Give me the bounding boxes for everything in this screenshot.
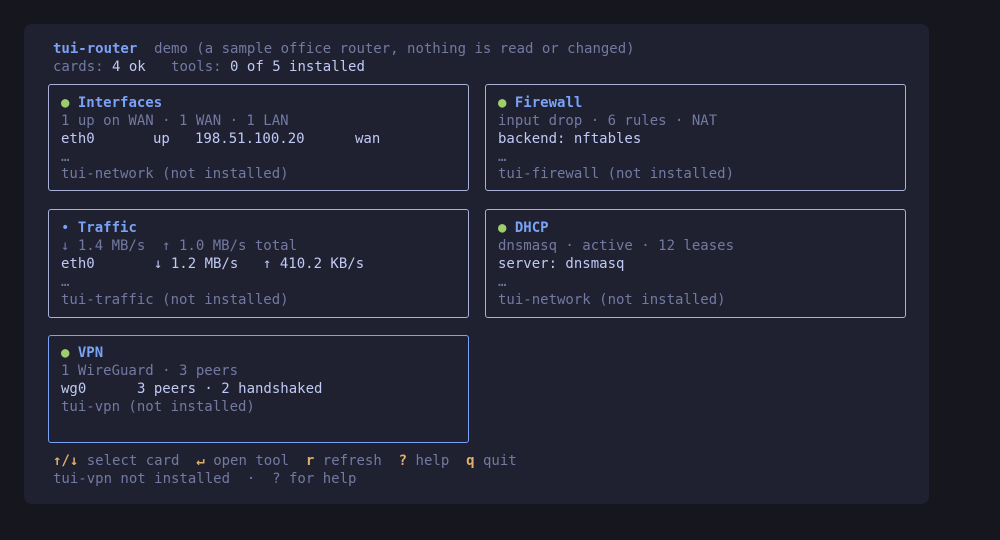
vpn-interface: wg0 [61,381,87,397]
card-summary: ↓ 1.4 MB/s ↑ 1.0 MB/s total [61,238,298,254]
header-status-line: cards: 4 ok tools: 0 of 5 installed [53,58,365,76]
card-summary: dnsmasq · active · 12 leases [498,238,735,254]
interface-row: eth0 up 198.51.100.20 wan [61,130,380,148]
key-refresh[interactable]: r [306,453,314,469]
traffic-interface: eth0 [61,256,95,272]
app-description: demo (a sample office router, nothing is… [154,41,635,57]
interface-name: eth0 [61,131,95,147]
tools-label: tools: [171,59,222,75]
interface-role: wan [355,131,381,147]
more-indicator: … [61,149,70,165]
card-summary: 1 WireGuard · 3 peers [61,363,239,379]
app-name: tui-router [53,41,138,57]
hint-open-label: open tool [213,453,290,469]
card-traffic[interactable]: • Traffic ↓ 1.4 MB/s ↑ 1.0 MB/s total et… [48,209,469,318]
status-message: tui-vpn not installed · ? for help [53,471,357,487]
status-dot-icon: ● [61,345,70,361]
card-title: VPN [77,345,104,361]
more-indicator: … [61,274,70,290]
card-dhcp[interactable]: ● DHCP dnsmasq · active · 12 leases serv… [485,209,906,318]
card-title: Interfaces [77,95,163,111]
card-vpn[interactable]: ● VPN 1 WireGuard · 3 peers wg0 3 peers ·… [48,335,469,443]
more-indicator: … [498,274,507,290]
status-dot-icon: ● [498,220,507,236]
keybinding-hints: ↑/↓ select card ↵ open tool r refresh ? … [53,452,517,470]
vpn-row: wg0 3 peers · 2 handshaked [61,380,322,398]
card-detail: server: dnsmasq [498,256,625,272]
router-dashboard-window: tui-router demo (a sample office router,… [24,24,929,504]
card-tool: tui-network (not installed) [61,166,289,182]
cards-label: cards: [53,59,104,75]
key-quit[interactable]: q [466,453,474,469]
vpn-peers: 3 peers · 2 handshaked [137,381,323,397]
cards-value: 4 ok [112,59,146,75]
card-tool: tui-traffic (not installed) [61,292,289,308]
hint-help-label: help [415,453,450,469]
status-dot-icon: ● [61,95,70,111]
status-dot-icon: ● [498,95,507,111]
card-tool: tui-firewall (not installed) [498,166,735,182]
card-interfaces[interactable]: ● Interfaces 1 up on WAN · 1 WAN · 1 LAN… [48,84,469,191]
status-dot-icon: • [61,220,70,236]
hint-refresh-label: refresh [322,453,382,469]
card-title: Firewall [514,95,583,111]
hint-select-label: select card [86,453,180,469]
key-select[interactable]: ↑/↓ [53,453,78,469]
key-help[interactable]: ? [399,453,407,469]
card-tool: tui-vpn (not installed) [61,399,255,415]
card-firewall[interactable]: ● Firewall input drop · 6 rules · NAT ba… [485,84,906,191]
traffic-down: ↓ 1.2 MB/s [154,256,239,272]
traffic-row: eth0 ↓ 1.2 MB/s ↑ 410.2 KB/s [61,255,364,273]
key-open[interactable]: ↵ [196,453,204,469]
interface-address: 198.51.100.20 [195,131,305,147]
tools-value: 0 of 5 installed [230,59,365,75]
interface-state: up [153,131,170,147]
card-title: DHCP [514,220,549,236]
card-summary: input drop · 6 rules · NAT [498,113,718,129]
card-summary: 1 up on WAN · 1 WAN · 1 LAN [61,113,289,129]
hint-quit-label: quit [482,453,517,469]
card-title: Traffic [77,220,137,236]
header-title-line: tui-router demo (a sample office router,… [53,40,635,58]
more-indicator: … [498,149,507,165]
card-detail: backend: nftables [498,131,642,147]
traffic-up: ↑ 410.2 KB/s [263,256,365,272]
card-tool: tui-network (not installed) [498,292,726,308]
